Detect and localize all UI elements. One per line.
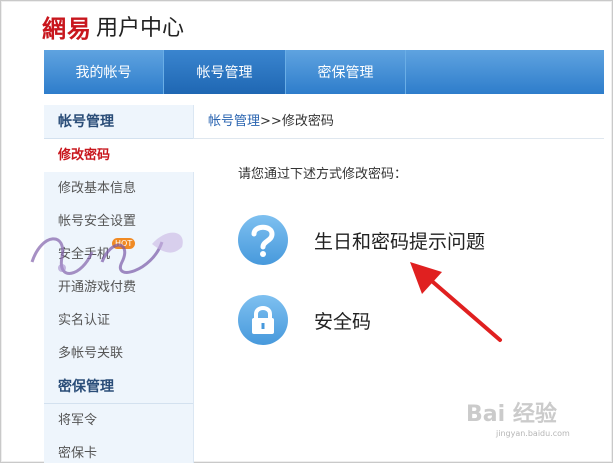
tab-my-account[interactable]: 我的帐号 bbox=[44, 50, 164, 94]
red-arrow-icon bbox=[410, 262, 502, 342]
sidebar-item-multi-account[interactable]: 多帐号关联 bbox=[44, 337, 193, 370]
tab-account-management[interactable]: 帐号管理 bbox=[164, 50, 286, 94]
option-security-code[interactable]: 安全码 bbox=[238, 295, 371, 345]
option-label: 生日和密码提示问题 bbox=[314, 230, 486, 253]
lock-icon bbox=[238, 295, 288, 345]
top-nav: 我的帐号 帐号管理 密保管理 bbox=[44, 50, 604, 94]
question-icon bbox=[238, 215, 288, 265]
sidebar-item-basic-info[interactable]: 修改基本信息 bbox=[44, 172, 193, 205]
tab-security-management[interactable]: 密保管理 bbox=[286, 50, 406, 94]
sidebar-section-security: 密保管理 bbox=[44, 370, 193, 404]
sidebar-item-change-password[interactable]: 修改密码 bbox=[44, 139, 202, 172]
sidebar-item-token[interactable]: 将军令 bbox=[44, 404, 193, 437]
breadcrumb: 帐号管理>>修改密码 bbox=[194, 105, 604, 139]
breadcrumb-separator: >> bbox=[260, 114, 282, 129]
sidebar-section-account: 帐号管理 bbox=[44, 105, 193, 139]
breadcrumb-parent[interactable]: 帐号管理 bbox=[208, 114, 260, 129]
instruction-text: 请您通过下述方式修改密码： bbox=[238, 167, 408, 182]
watermark-text: Bai 经验 bbox=[466, 402, 557, 427]
sidebar-item-real-name[interactable]: 实名认证 bbox=[44, 304, 193, 337]
logo-brand: 網易 bbox=[42, 13, 92, 43]
watermark-sub: jingyan.baidu.com bbox=[496, 429, 570, 438]
logo-title: 用户中心 bbox=[96, 16, 185, 41]
sidebar: 帐号管理 修改密码 修改基本信息 帐号安全设置 安全手机HOT 开通游戏付费 实… bbox=[44, 105, 202, 463]
breadcrumb-current: 修改密码 bbox=[281, 114, 334, 129]
decorative-ornament-icon bbox=[30, 232, 183, 275]
sidebar-item-security-card[interactable]: 密保卡 bbox=[44, 437, 193, 463]
option-label: 安全码 bbox=[314, 310, 372, 333]
baidu-watermark: Bai 经验 jingyan.baidu.com bbox=[466, 396, 606, 456]
logo[interactable]: 網易 用户中心 bbox=[42, 8, 184, 44]
